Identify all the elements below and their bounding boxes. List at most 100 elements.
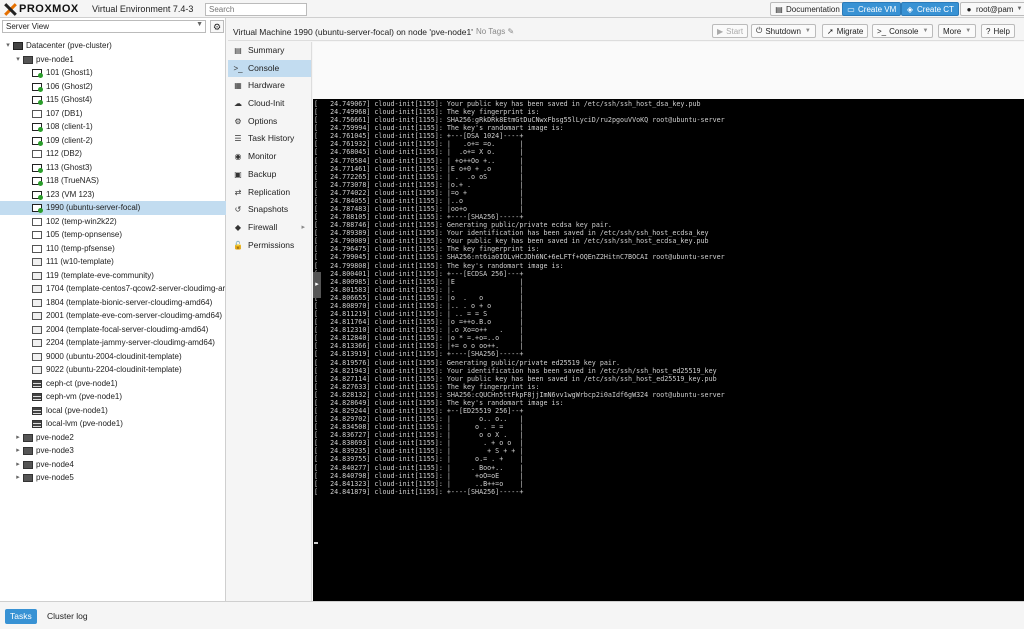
menu-item-task-history[interactable]: ☰ Task History	[228, 130, 311, 148]
tree-item[interactable]: ▾ Datacenter (pve-cluster)	[0, 39, 226, 53]
tree-item[interactable]: 101 (Ghost1)	[0, 66, 226, 80]
start-label: Start	[726, 26, 744, 36]
tree-item[interactable]: 1704 (template-centos7-qcow2-server-clou…	[0, 282, 226, 296]
summary-icon: ▤	[234, 46, 242, 55]
tree-item[interactable]: ▸ pve-node2	[0, 431, 226, 445]
menu-item-label: Hardware	[248, 80, 285, 91]
book-icon: ▤	[775, 4, 783, 14]
tree-item[interactable]: 110 (temp-pfsense)	[0, 242, 226, 256]
storage-icon	[32, 379, 42, 388]
menu-item-permissions[interactable]: 🔓 Permissions	[228, 237, 311, 255]
template-icon	[32, 366, 42, 374]
tree-item-label: 118 (TrueNAS)	[46, 176, 99, 185]
menu-item-options[interactable]: ⚙ Options	[228, 113, 311, 131]
console-button[interactable]: >_ Console ▼	[872, 24, 934, 38]
more-button[interactable]: More ▼	[938, 24, 977, 38]
menu-item-replication[interactable]: ⇄ Replication	[228, 184, 311, 202]
view-selector[interactable]: Server View ▼	[2, 20, 206, 33]
tree-item[interactable]: 106 (Ghost2)	[0, 80, 226, 94]
tree-item[interactable]: 2004 (template-focal-server-cloudimg-amd…	[0, 323, 226, 337]
tree-item[interactable]: 9022 (ubuntu-2204-cloudinit-template)	[0, 363, 226, 377]
create-vm-label: Create VM	[858, 4, 897, 14]
tree-item-label: local-lvm (pve-node1)	[46, 419, 123, 428]
tree-item[interactable]: ceph-vm (pve-node1)	[0, 390, 226, 404]
create-vm-button[interactable]: ▭ Create VM	[842, 2, 902, 16]
tree-item[interactable]: 2204 (template-jammy-server-cloudimg-amd…	[0, 336, 226, 350]
tree-item[interactable]: ▾ pve-node1	[0, 53, 226, 67]
tree-item[interactable]: ceph-ct (pve-node1)	[0, 377, 226, 391]
vnc-console[interactable]: [ 24.749067] cloud-init[1155]: Your publ…	[313, 99, 1024, 601]
console-line: [ 24.829702] cloud-init[1155]: | o.. o..…	[314, 415, 524, 424]
help-label: Help	[993, 26, 1010, 36]
user-menu-button[interactable]: ● root@pam ▼	[960, 2, 1024, 16]
migrate-button[interactable]: ➚ Migrate	[822, 24, 869, 38]
tree-item[interactable]: ▸ pve-node4	[0, 458, 226, 472]
documentation-button[interactable]: ▤ Documentation	[770, 2, 845, 16]
collapse-icon[interactable]: ▾	[4, 39, 12, 53]
vm-running-icon	[32, 82, 43, 92]
floppy-icon: ▣	[234, 169, 242, 179]
tree-item[interactable]: 113 (Ghost3)	[0, 161, 226, 175]
menu-item-cloud-init[interactable]: ☁ Cloud-Init	[228, 95, 311, 113]
version-label: Virtual Environment 7.4-3	[92, 4, 194, 14]
pencil-icon[interactable]: ✎	[507, 27, 514, 36]
tree-item[interactable]: 9000 (ubuntu-2004-cloudinit-template)	[0, 350, 226, 364]
expand-icon[interactable]: ▸	[14, 471, 22, 485]
tree-item-label: 9000 (ubuntu-2004-cloudinit-template)	[46, 351, 182, 361]
tree-item[interactable]: 112 (DB2)	[0, 147, 226, 161]
console-sidebar-toggle[interactable]: ▸	[313, 272, 321, 298]
shutdown-button[interactable]: ⏻ Shutdown ▼	[751, 24, 816, 38]
console-line: [ 24.772265] cloud-init[1155]: | . .o oS…	[314, 172, 524, 181]
expand-icon[interactable]: ▸	[14, 444, 22, 458]
tree-item[interactable]: 1804 (template-bionic-server-cloudimg-am…	[0, 296, 226, 310]
tree-item[interactable]: ▸ pve-node3	[0, 444, 226, 458]
tree-item[interactable]: 115 (Ghost4)	[0, 93, 226, 107]
tree-item[interactable]: 108 (client-1)	[0, 120, 226, 134]
console-line: [ 24.784055] cloud-init[1155]: |..o |	[314, 196, 524, 205]
tree-item[interactable]: 107 (DB1)	[0, 107, 226, 121]
console-line: [ 24.761932] cloud-init[1155]: | .o+= =o…	[314, 140, 524, 149]
tab-cluster-log[interactable]: Cluster log	[42, 609, 93, 624]
tree-item[interactable]: 119 (template-eve-community)	[0, 269, 226, 283]
menu-item-backup[interactable]: ▣ Backup	[228, 166, 311, 184]
start-button[interactable]: ▶ Start	[712, 24, 749, 38]
console-line: [ 24.827633] cloud-init[1155]: The key f…	[314, 382, 540, 391]
expand-icon[interactable]: ▸	[14, 458, 22, 472]
tags-text: No Tags	[476, 27, 506, 36]
shutdown-label: Shutdown	[765, 26, 801, 36]
menu-item-snapshots[interactable]: ↺ Snapshots	[228, 201, 311, 219]
console-line: [ 24.788105] cloud-init[1155]: +----[SHA…	[314, 213, 524, 222]
menu-item-hardware[interactable]: ▦ Hardware	[228, 77, 311, 95]
menu-item-firewall[interactable]: ◆ Firewall ▸	[228, 219, 311, 237]
console-icon: >_	[233, 63, 243, 73]
expand-icon[interactable]: ▸	[14, 431, 22, 445]
tree-item[interactable]: 105 (temp-opnsense)	[0, 228, 226, 242]
tree-item-label: pve-node2	[36, 432, 74, 442]
tree-item[interactable]: 118 (TrueNAS)	[0, 174, 226, 188]
menu-item-monitor[interactable]: ◉ Monitor	[228, 148, 311, 166]
tree-item[interactable]: 123 (VM 123)	[0, 188, 226, 202]
create-ct-button[interactable]: ◈ Create CT	[901, 2, 959, 16]
menu-item-summary[interactable]: ▤ Summary	[228, 42, 311, 60]
search-input[interactable]	[205, 3, 307, 16]
tree-item[interactable]: 102 (temp-win2k22)	[0, 215, 226, 229]
menu-item-console[interactable]: >_ Console	[228, 59, 311, 78]
tree-item[interactable]: 1990 (ubuntu-server-focal)	[0, 201, 226, 215]
documentation-label: Documentation	[786, 4, 840, 14]
tree-item[interactable]: 109 (client-2)	[0, 134, 226, 148]
tree-item[interactable]: local-lvm (pve-node1)	[0, 417, 226, 431]
tree-item-label: pve-node3	[36, 446, 74, 455]
menu-item-label: Options	[248, 115, 278, 126]
tags-label[interactable]: No Tags ✎	[476, 27, 514, 36]
tab-tasks[interactable]: Tasks	[5, 609, 37, 624]
tree-item[interactable]: 2001 (template-eve-com-server-cloudimg-a…	[0, 309, 226, 323]
collapse-icon[interactable]: ▾	[14, 53, 22, 67]
tree-item[interactable]: ▸ pve-node5	[0, 471, 226, 485]
storage-icon	[32, 406, 42, 415]
gear-icon[interactable]: ⚙	[210, 20, 224, 33]
help-button[interactable]: ? Help	[981, 24, 1015, 38]
tree-item[interactable]: local (pve-node1)	[0, 404, 226, 418]
tree-item[interactable]: 111 (w10-template)	[0, 255, 226, 269]
console-line: [ 24.799808] cloud-init[1155]: The key's…	[314, 261, 564, 270]
console-line: [ 24.799045] cloud-init[1155]: SHA256:nt…	[314, 253, 725, 262]
